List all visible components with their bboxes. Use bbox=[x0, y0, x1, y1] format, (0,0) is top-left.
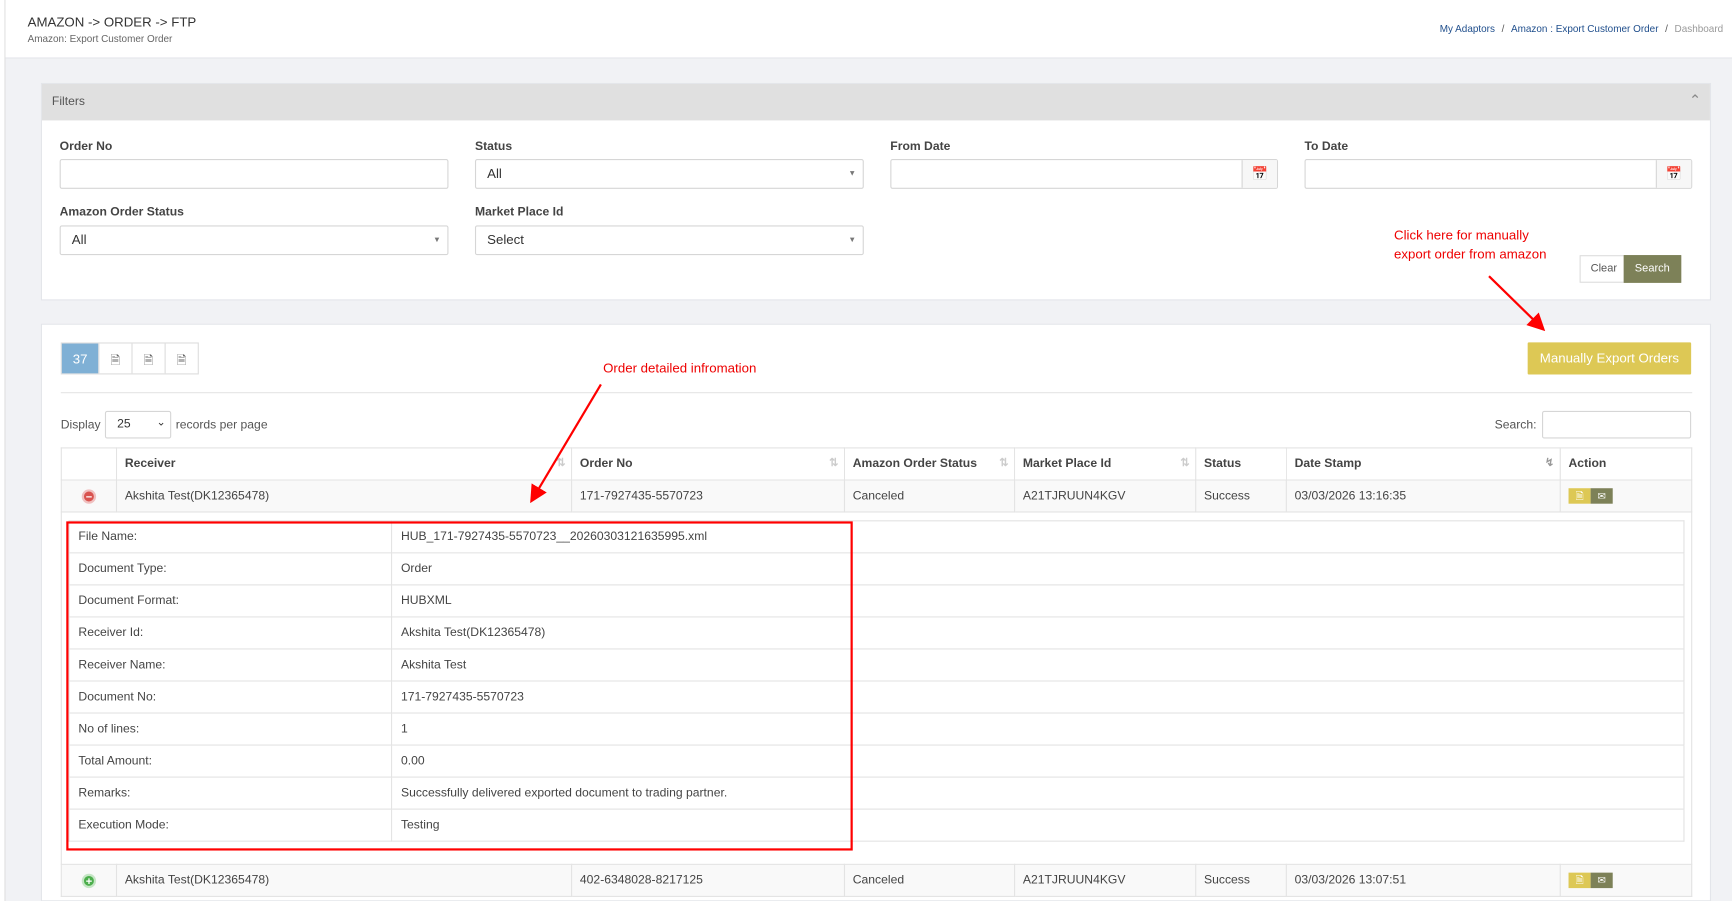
arrow-to-details bbox=[530, 383, 602, 504]
arrow-to-manual-export bbox=[1488, 275, 1546, 332]
annotation-arrows bbox=[530, 275, 1546, 504]
